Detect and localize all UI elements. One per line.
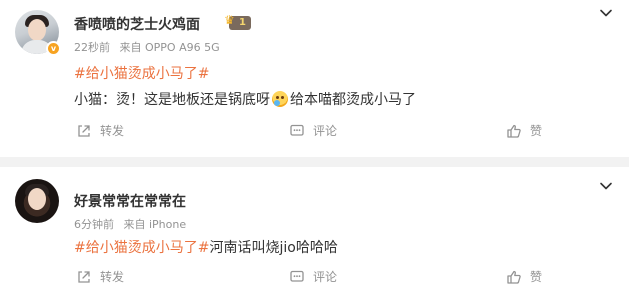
like-label: 赞 bbox=[530, 270, 543, 284]
post-text-part1: 小猫：烫！这是地板还是锅底呀 bbox=[74, 92, 270, 108]
share-icon bbox=[78, 124, 90, 137]
share-icon bbox=[78, 270, 90, 283]
comment-label: 评论 bbox=[313, 270, 338, 284]
thumbs-up-icon bbox=[507, 124, 521, 138]
comment-label: 评论 bbox=[313, 124, 338, 138]
crying-laughing-emoji-icon bbox=[272, 91, 288, 107]
share-button[interactable]: 转发 bbox=[76, 268, 124, 285]
share-label: 转发 bbox=[100, 124, 125, 138]
share-label: 转发 bbox=[100, 270, 125, 284]
author-name[interactable]: 香喷喷的芝士火鸡面 bbox=[74, 14, 200, 34]
comment-icon bbox=[290, 270, 304, 282]
topic-link[interactable]: #给小猫烫成小马了# bbox=[74, 63, 209, 83]
post-source: 来自 OPPO A96 5G bbox=[119, 41, 220, 54]
share-button[interactable]: 转发 bbox=[76, 122, 124, 139]
post-card: v 香喷喷的芝士火鸡面 ♛ 1 22秒前 来自 OPPO A96 5G #给小猫… bbox=[0, 0, 629, 157]
post-time[interactable]: 6分钟前 bbox=[74, 218, 114, 231]
like-label: 赞 bbox=[530, 124, 543, 138]
like-button[interactable]: 赞 bbox=[506, 122, 542, 139]
vip-badge[interactable]: ♛ 1 bbox=[224, 13, 251, 30]
post-time[interactable]: 22秒前 bbox=[74, 41, 110, 54]
comment-button[interactable]: 评论 bbox=[289, 268, 337, 285]
post-text: 小猫：烫！这是地板还是锅底呀 给本喵都烫成小马了 bbox=[74, 89, 416, 109]
post-meta: 6分钟前 来自 iPhone bbox=[74, 216, 186, 232]
post-text-part2: 给本喵都烫成小马了 bbox=[290, 92, 416, 108]
post-actions: 转发 评论 赞 bbox=[0, 122, 629, 142]
comment-button[interactable]: 评论 bbox=[289, 122, 337, 139]
vip-level: 1 bbox=[239, 17, 246, 28]
chevron-down-icon[interactable] bbox=[599, 179, 613, 193]
crown-icon: ♛ bbox=[224, 13, 235, 27]
post-text-body: 河南话叫烧jio哈哈哈 bbox=[209, 240, 338, 256]
weibo-feed: v 香喷喷的芝士火鸡面 ♛ 1 22秒前 来自 OPPO A96 5G #给小猫… bbox=[0, 0, 629, 301]
post-text: #给小猫烫成小马了#河南话叫烧jio哈哈哈 bbox=[74, 237, 338, 257]
verified-badge-icon: v bbox=[46, 41, 61, 56]
comment-icon bbox=[290, 124, 304, 136]
author-name[interactable]: 好景常常在常常在 bbox=[74, 191, 186, 211]
post-meta: 22秒前 来自 OPPO A96 5G bbox=[74, 39, 220, 55]
post-card: 好景常常在常常在 6分钟前 来自 iPhone #给小猫烫成小马了#河南话叫烧j… bbox=[0, 167, 629, 301]
topic-link[interactable]: #给小猫烫成小马了# bbox=[74, 240, 209, 256]
post-actions: 转发 评论 赞 bbox=[0, 268, 629, 288]
like-button[interactable]: 赞 bbox=[506, 268, 542, 285]
chevron-down-icon[interactable] bbox=[599, 6, 613, 20]
avatar[interactable] bbox=[15, 179, 59, 223]
thumbs-up-icon bbox=[507, 270, 521, 284]
post-source: 来自 iPhone bbox=[123, 218, 187, 231]
